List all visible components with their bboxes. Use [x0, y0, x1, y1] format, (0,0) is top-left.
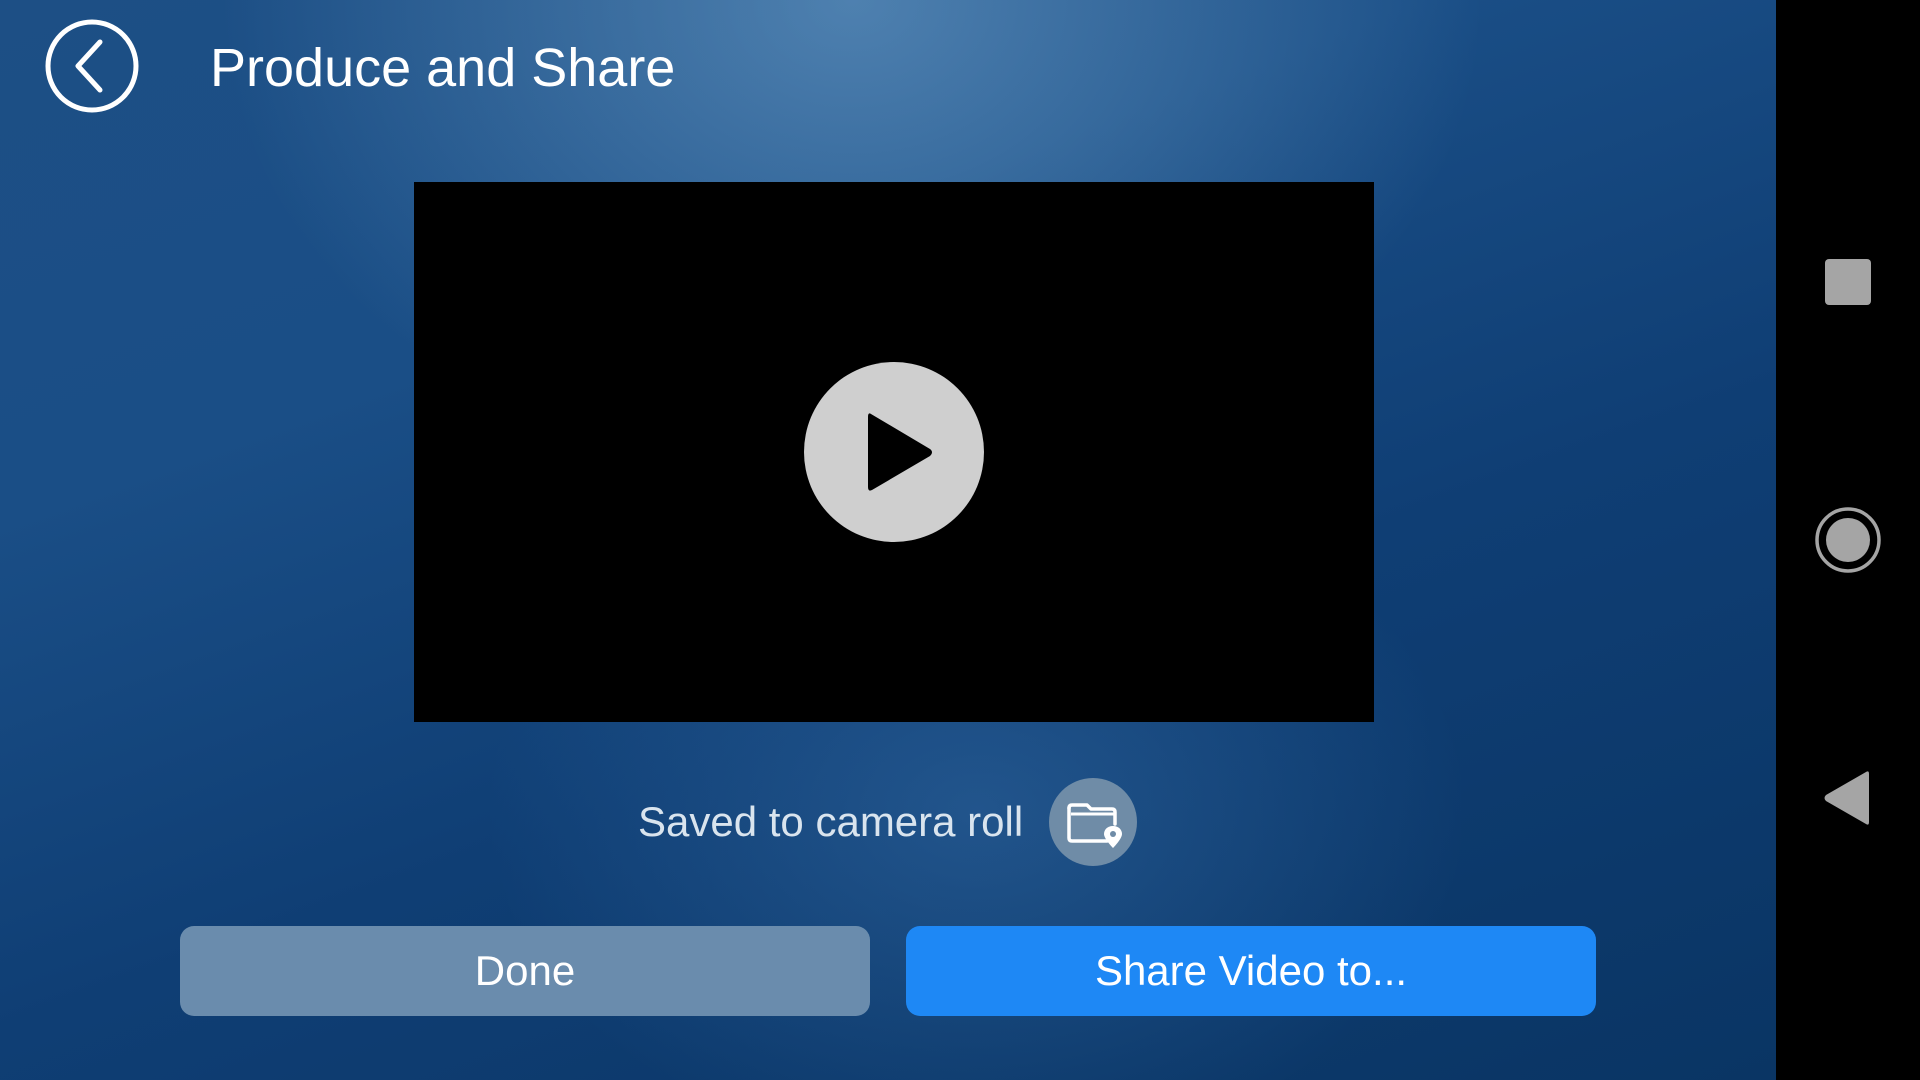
share-video-button[interactable]: Share Video to...: [906, 926, 1596, 1016]
video-preview[interactable]: [414, 182, 1374, 722]
saved-status-text: Saved to camera roll: [638, 798, 1024, 845]
circle-icon: [1815, 507, 1881, 573]
square-icon: [1825, 259, 1871, 305]
play-button[interactable]: [804, 362, 984, 542]
page-title: Produce and Share: [210, 38, 676, 98]
recents-button[interactable]: [1812, 246, 1884, 318]
back-button[interactable]: [44, 18, 140, 114]
system-back-button[interactable]: [1812, 762, 1884, 834]
folder-location-icon: [1067, 803, 1122, 848]
screen: Produce and Share Saved to camera roll D…: [0, 0, 1920, 1080]
home-button[interactable]: [1812, 504, 1884, 576]
play-icon: [868, 413, 932, 491]
saved-status-row: Saved to camera roll: [0, 778, 1776, 866]
done-button[interactable]: Done: [180, 926, 870, 1016]
system-navigation-bar: [1776, 0, 1920, 1080]
chevron-left-circle-icon: [45, 19, 139, 113]
open-folder-button[interactable]: [1049, 778, 1137, 866]
triangle-back-icon: [1824, 771, 1869, 825]
produce-share-screen: Produce and Share Saved to camera roll D…: [0, 0, 1776, 1080]
